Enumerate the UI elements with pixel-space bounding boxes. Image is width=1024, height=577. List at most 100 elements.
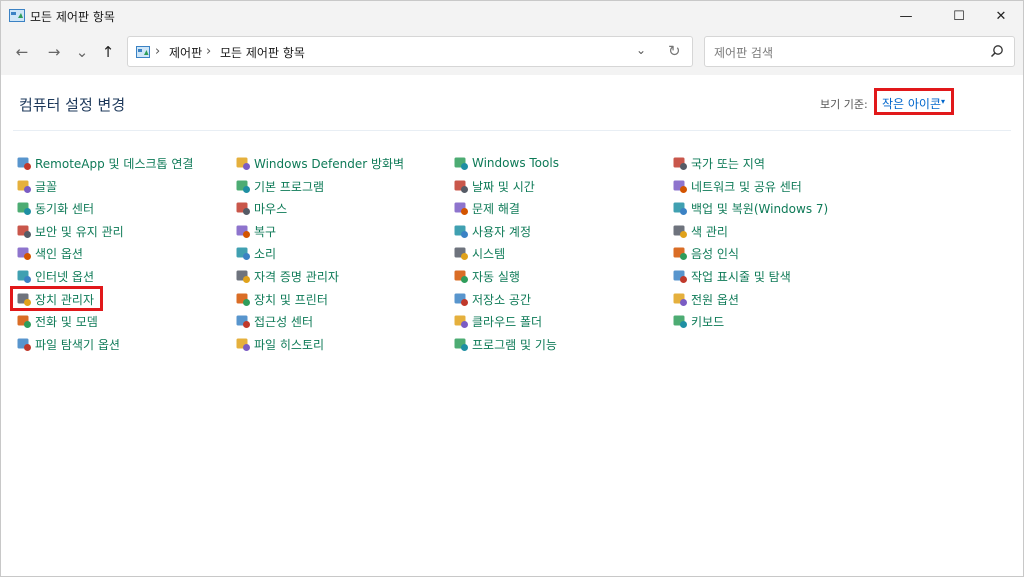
breadcrumb-item[interactable]: 제어판 (169, 44, 202, 61)
mouse-icon (236, 202, 250, 215)
control-panel-item-label: 음성 인식 (691, 246, 739, 261)
control-panel-item[interactable]: 날짜 및 시간 (453, 177, 535, 195)
up-button[interactable]: ↑ (97, 41, 119, 63)
control-panel-item[interactable]: Windows Defender 방화벽 (235, 154, 404, 172)
taskbar-navigation-icon (673, 270, 687, 283)
control-panel-item[interactable]: 저장소 공간 (453, 290, 531, 308)
keyboard-icon (673, 315, 687, 328)
control-panel-item-label: 마우스 (254, 201, 288, 216)
storage-spaces-icon (454, 293, 468, 306)
sync-center-icon (17, 202, 31, 215)
search-icon[interactable] (990, 44, 1004, 58)
default-programs-icon (236, 180, 250, 193)
view-by-dropdown[interactable]: 작은 아이콘 ▾ (874, 88, 954, 115)
date-time-icon (454, 180, 468, 193)
maximize-icon: ☐ (953, 8, 965, 24)
control-panel-item[interactable]: 보안 및 유지 관리 (16, 222, 124, 240)
control-panel-item[interactable]: 자동 실행 (453, 267, 520, 285)
control-panel-item[interactable]: 소리 (235, 244, 276, 262)
control-panel-item[interactable]: 작업 표시줄 및 탐색 (672, 267, 791, 285)
control-panel-item[interactable]: 자격 증명 관리자 (235, 267, 339, 285)
control-panel-item-label: 국가 또는 지역 (691, 156, 765, 171)
control-panel-item-label: 사용자 계정 (472, 224, 532, 239)
control-panel-item[interactable]: 전화 및 모뎀 (16, 312, 98, 330)
windows-tools-icon (454, 157, 468, 170)
region-icon (673, 157, 687, 170)
control-panel-item[interactable]: 색 관리 (672, 222, 728, 240)
control-panel-item[interactable]: 전원 옵션 (672, 290, 739, 308)
indexing-icon (17, 247, 31, 260)
control-panel-item-label: 자동 실행 (472, 269, 520, 284)
control-panel-item[interactable]: RemoteApp 및 데스크톱 연결 (16, 154, 193, 172)
breadcrumb-item[interactable]: 모든 제어판 항목 (220, 44, 305, 61)
search-input[interactable]: 제어판 검색 (714, 44, 773, 61)
troubleshooting-icon (454, 202, 468, 215)
control-panel-item[interactable]: 시스템 (453, 244, 505, 262)
control-panel-item[interactable]: 기본 프로그램 (235, 177, 324, 195)
forward-button[interactable]: → (43, 41, 65, 63)
control-panel-item[interactable]: 클라우드 폴더 (453, 312, 542, 330)
control-panel-item[interactable]: 접근성 센터 (235, 312, 313, 330)
control-panel-item[interactable]: 복구 (235, 222, 276, 240)
control-panel-item[interactable]: 국가 또는 지역 (672, 154, 765, 172)
search-box[interactable]: 제어판 검색 (704, 36, 1015, 67)
view-by-value: 작은 아이콘 (882, 97, 942, 111)
security-flag-icon (17, 225, 31, 238)
fonts-icon (17, 180, 31, 193)
folder-options-icon (17, 338, 31, 351)
control-panel-item[interactable]: 장치 및 프린터 (235, 290, 328, 308)
close-button[interactable]: ✕ (978, 1, 1024, 31)
control-panel-item-label: 작업 표시줄 및 탐색 (691, 269, 791, 284)
control-panel-item-label: Windows Tools (472, 156, 559, 170)
autoplay-icon (454, 270, 468, 283)
chevron-down-icon: ⌄ (75, 43, 89, 61)
control-panel-item-label: 접근성 센터 (254, 314, 314, 329)
page-title: 컴퓨터 설정 변경 (19, 96, 126, 114)
control-panel-item-label: 네트워크 및 공유 센터 (691, 179, 802, 194)
control-panel-item[interactable]: 네트워크 및 공유 센터 (672, 177, 802, 195)
view-by-label: 보기 기준: (820, 98, 868, 111)
maximize-button[interactable]: ☐ (936, 1, 982, 31)
control-panel-item-label: 자격 증명 관리자 (254, 269, 339, 284)
control-panel-item[interactable]: 파일 히스토리 (235, 335, 324, 353)
title-bar: 모든 제어판 항목 — ☐ ✕ (1, 1, 1023, 31)
remoteapp-icon (17, 157, 31, 170)
control-panel-item-label: 동기화 센터 (35, 201, 95, 216)
back-button[interactable]: ← (11, 41, 33, 63)
address-bar[interactable]: › 제어판 › 모든 제어판 항목 ⌄ ↻ (127, 36, 693, 67)
control-panel-item[interactable]: 키보드 (672, 312, 724, 330)
control-panel-item-label: 색 관리 (691, 224, 728, 239)
control-panel-item[interactable]: 음성 인식 (672, 244, 739, 262)
firewall-icon (236, 157, 250, 170)
credential-manager-icon (236, 270, 250, 283)
phone-modem-icon (17, 315, 31, 328)
control-panel-item[interactable]: 백업 및 복원(Windows 7) (672, 199, 828, 217)
close-icon: ✕ (995, 8, 1007, 24)
system-icon (454, 247, 468, 260)
control-panel-item[interactable]: 글꼴 (16, 177, 57, 195)
control-panel-item[interactable]: 파일 탐색기 옵션 (16, 335, 120, 353)
recent-locations-button[interactable]: ⌄ (71, 41, 93, 63)
control-panel-item[interactable]: 인터넷 옵션 (16, 267, 94, 285)
control-panel-item[interactable]: 프로그램 및 기능 (453, 335, 557, 353)
control-panel-item-label: RemoteApp 및 데스크톱 연결 (35, 156, 194, 171)
control-panel-window: 모든 제어판 항목 — ☐ ✕ ← → ⌄ ↑ › 제어판 › 모든 제어판 항… (0, 0, 1024, 577)
power-options-icon (673, 293, 687, 306)
arrow-left-icon: ← (15, 43, 29, 61)
control-panel-item-label: 파일 탐색기 옵션 (35, 337, 120, 352)
control-panel-item[interactable]: 사용자 계정 (453, 222, 531, 240)
control-panel-item-label: 날짜 및 시간 (472, 179, 535, 194)
control-panel-item[interactable]: 문제 해결 (453, 199, 520, 217)
control-panel-item-label: Windows Defender 방화벽 (254, 156, 405, 171)
minimize-button[interactable]: — (883, 1, 929, 31)
control-panel-item-label: 문제 해결 (472, 201, 520, 216)
control-panel-item[interactable]: 마우스 (235, 199, 287, 217)
control-panel-item-label: 색인 옵션 (35, 246, 83, 261)
network-sharing-icon (673, 180, 687, 193)
address-dropdown-icon[interactable]: ⌄ (636, 43, 646, 57)
control-panel-item[interactable]: 색인 옵션 (16, 244, 83, 262)
control-panel-icon (136, 46, 150, 58)
control-panel-item[interactable]: 동기화 센터 (16, 199, 94, 217)
refresh-icon[interactable]: ↻ (668, 42, 681, 60)
control-panel-item[interactable]: Windows Tools (453, 154, 559, 172)
